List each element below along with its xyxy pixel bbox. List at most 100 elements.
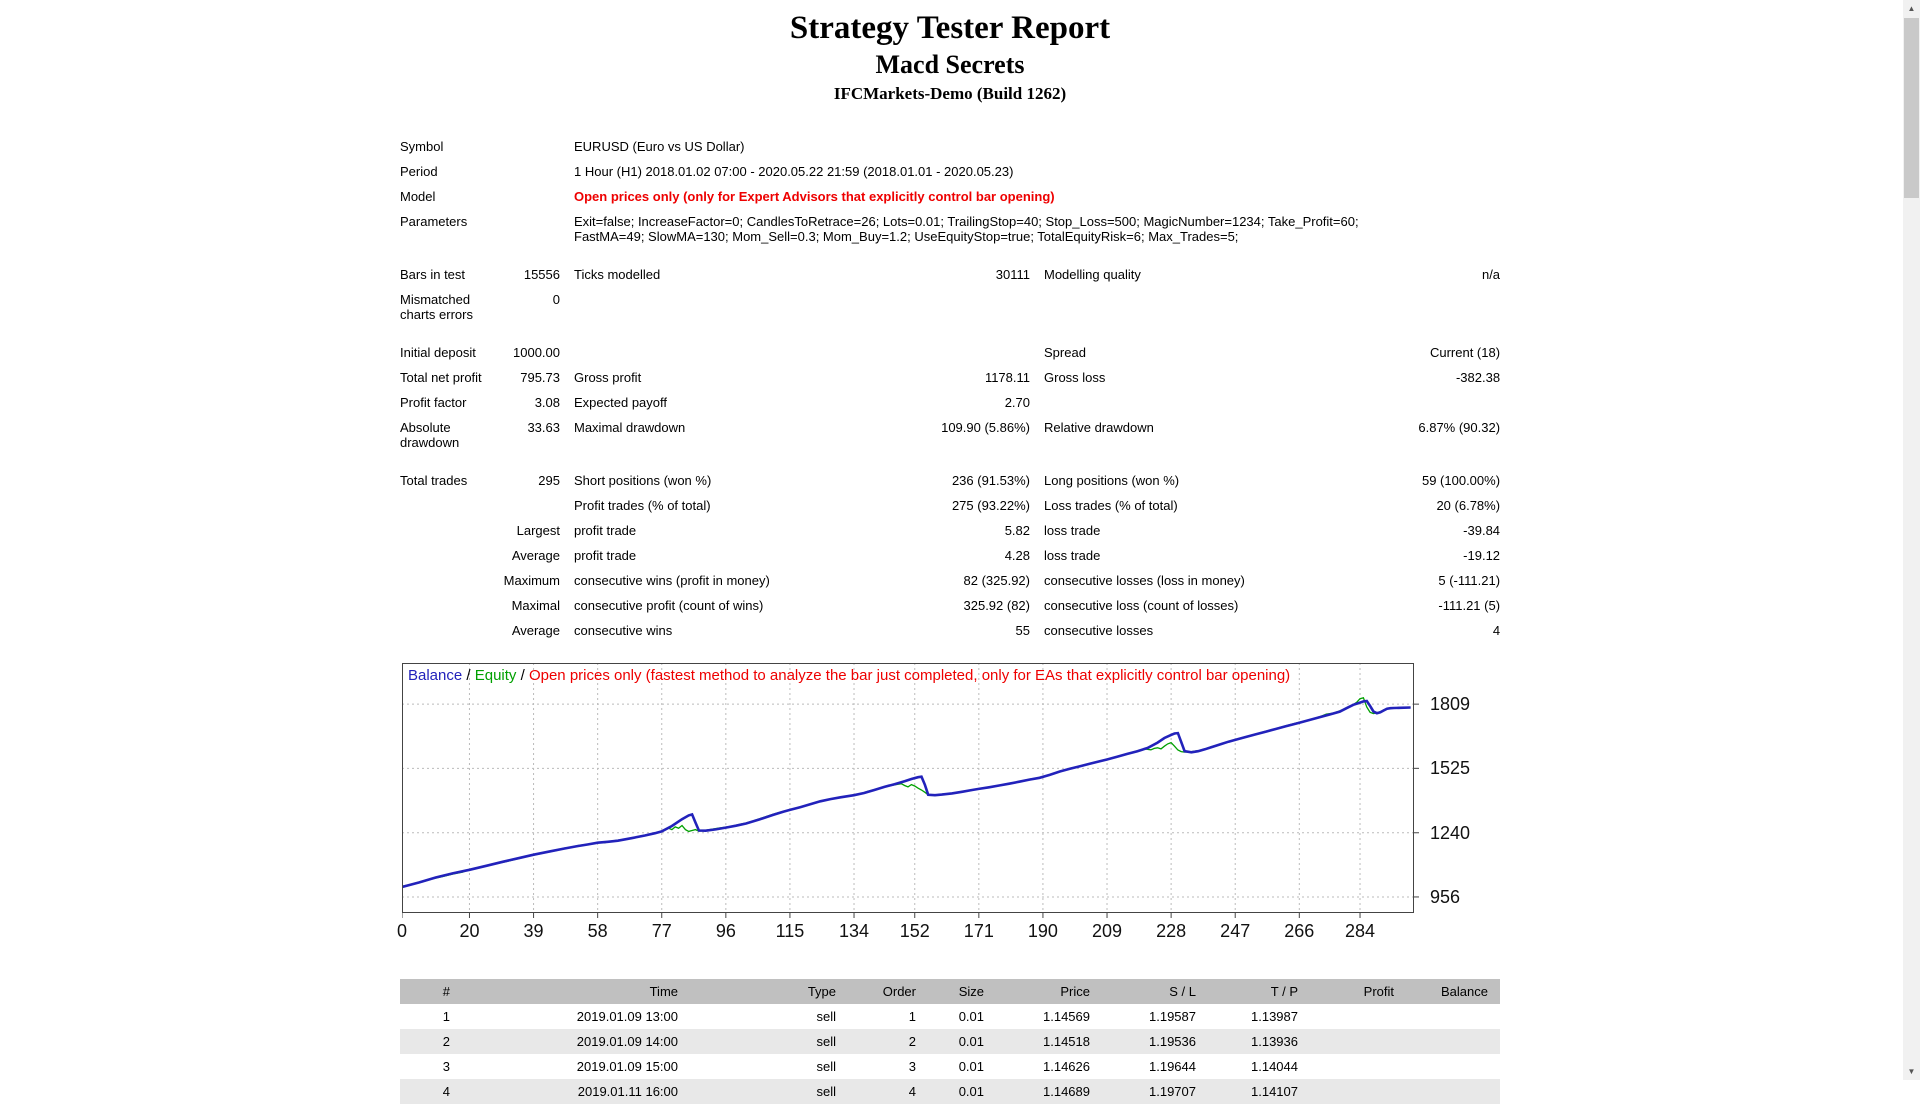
chart-legend: Balance / Equity / Open prices only (fas… [408,667,1408,684]
summary-cell: Model [400,184,500,209]
summary-cell: Exit=false; IncreaseFactor=0; CandlesToR… [560,209,1500,249]
trades-header-row: #TimeTypeOrderSizePriceS / LT / PProfitB… [400,979,1500,1004]
vertical-scrollbar[interactable]: ▲ ▼ [1903,0,1920,1080]
trade-cell: 1.14044 [1208,1054,1310,1079]
summary-cell: -111.21 (5) [1330,593,1500,618]
summary-cell: Maximal drawdown [560,415,870,455]
summary-cell: Gross loss [1030,365,1330,390]
trade-cell: 0.01 [928,1079,996,1104]
trade-cell: sell [690,1004,848,1029]
summary-cell [400,618,500,643]
trade-cell: 2019.01.09 13:00 [462,1004,690,1029]
summary-cell: Short positions (won %) [560,468,870,493]
trade-cell: 2019.01.09 15:00 [462,1054,690,1079]
trade-cell: 1.19707 [1102,1079,1208,1104]
summary-cell: 795.73 [500,365,560,390]
summary-cell: 33.63 [500,415,560,455]
page-title: Strategy Tester Report [400,8,1500,48]
summary-cell: 275 (93.22%) [870,493,1030,518]
summary-cell [1330,390,1500,415]
summary-cell: Largest [500,518,560,543]
summary-cell: Maximal [500,593,560,618]
summary-cell: Expected payoff [560,390,870,415]
summary-cell: Profit factor [400,390,500,415]
trade-cell [1406,1054,1500,1079]
summary-cell: Gross profit [560,365,870,390]
trade-cell: 1.19536 [1102,1029,1208,1054]
scrollbar-thumb[interactable] [1904,18,1919,198]
trade-cell: 2019.01.09 14:00 [462,1029,690,1054]
y-axis-label: 1525 [1430,758,1470,778]
summary-cell: Bars in test [400,262,500,287]
server-build: IFCMarkets-Demo (Build 1262) [400,82,1500,106]
summary-cell: profit trade [560,543,870,568]
x-axis-label: 266 [1284,921,1314,942]
legend-item: Open prices only (fastest method to anal… [529,667,1290,684]
trade-cell: 2 [848,1029,928,1054]
summary-cell [500,209,560,249]
legend-item: Balance [408,667,462,684]
trade-cell: 1.19587 [1102,1004,1208,1029]
scroll-up-icon[interactable]: ▲ [1903,0,1920,17]
summary-cell: 295 [500,468,560,493]
legend-separator: / [462,667,475,684]
legend-separator: / [516,667,529,684]
summary-cell: Relative drawdown [1030,415,1330,455]
scroll-down-icon[interactable]: ▼ [1903,1063,1920,1080]
trade-cell: 1.14107 [1208,1079,1310,1104]
summary-cell: -19.12 [1330,543,1500,568]
summary-cell [400,568,500,593]
trade-cell: 1 [400,1004,462,1029]
summary-cell: Long positions (won %) [1030,468,1330,493]
summary-cell: n/a [1330,262,1500,287]
table-row: 32019.01.09 15:00sell30.011.146261.19644… [400,1054,1500,1079]
x-axis-label: 190 [1028,921,1058,942]
trade-cell: 1 [848,1004,928,1029]
summary-cell: 55 [870,618,1030,643]
summary-cell: 59 (100.00%) [1330,468,1500,493]
y-axis-label: 956 [1430,887,1460,907]
summary-table-body: SymbolEURUSD (Euro vs US Dollar)Period1 … [400,134,1500,643]
summary-cell: consecutive losses [1030,618,1330,643]
x-axis-label: 39 [524,921,544,942]
summary-cell: 30111 [870,262,1030,287]
chart-border [403,664,1414,913]
trade-cell: sell [690,1054,848,1079]
trade-cell: 3 [848,1054,928,1079]
x-axis-label: 0 [397,921,407,942]
summary-cell: Modelling quality [1030,262,1330,287]
trade-cell: sell [690,1079,848,1104]
y-axis-label: 1240 [1430,823,1470,843]
summary-cell: Parameters [400,209,500,249]
summary-cell: loss trade [1030,518,1330,543]
summary-cell [400,518,500,543]
trades-header-cell: T / P [1208,979,1310,1004]
trades-table-body: 12019.01.09 13:00sell10.011.145691.19587… [400,1004,1500,1104]
summary-cell: consecutive profit (count of wins) [560,593,870,618]
trade-cell [1310,1004,1406,1029]
summary-cell [500,159,560,184]
trades-header-cell: Time [462,979,690,1004]
summary-cell: 20 (6.78%) [1330,493,1500,518]
trade-cell: 1.19644 [1102,1054,1208,1079]
summary-cell [400,493,500,518]
summary-table: SymbolEURUSD (Euro vs US Dollar)Period1 … [400,134,1500,643]
x-axis-label: 171 [964,921,994,942]
trades-header-cell: # [400,979,462,1004]
summary-cell: consecutive wins (profit in money) [560,568,870,593]
trades-table: #TimeTypeOrderSizePriceS / LT / PProfitB… [400,979,1500,1104]
summary-cell: -382.38 [1330,365,1500,390]
trade-cell: 4 [400,1079,462,1104]
summary-cell: Maximum [500,568,560,593]
summary-cell: profit trade [560,518,870,543]
trades-header-cell: Price [996,979,1102,1004]
trade-cell [1406,1029,1500,1054]
summary-cell: consecutive loss (count of losses) [1030,593,1330,618]
trade-cell: 1.14569 [996,1004,1102,1029]
y-axis-label: 1809 [1430,694,1470,714]
summary-cell [500,184,560,209]
summary-cell [400,543,500,568]
trade-cell: 1.14626 [996,1054,1102,1079]
table-row: 22019.01.09 14:00sell20.011.145181.19536… [400,1029,1500,1054]
trade-cell: 0.01 [928,1054,996,1079]
